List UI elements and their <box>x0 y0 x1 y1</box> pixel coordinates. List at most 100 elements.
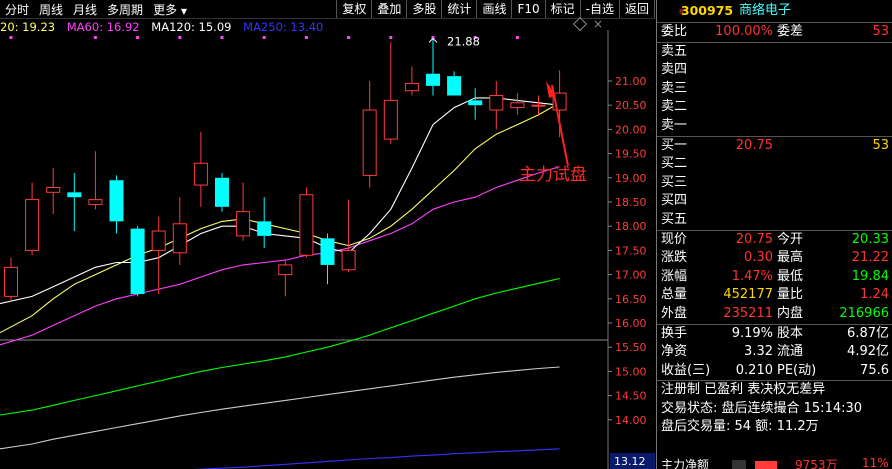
stat-label: 净资 <box>661 344 688 360</box>
note-text: 交易状态: 盘后连续撮合 15:14:30 <box>661 400 863 416</box>
stat-label: 股本 <box>777 325 804 341</box>
stat-label: 涨跌 <box>661 250 688 266</box>
signal-dot <box>262 36 266 39</box>
period-tabs: 分时 周线 月线 多周期 更多 ▼ <box>0 0 192 18</box>
stat-value: 4.92亿 <box>847 344 889 360</box>
signal-dot <box>93 36 97 39</box>
bottom-price-label: 13.12 <box>614 455 646 468</box>
tool-buttons: 复权 叠加 多股 统计 画线 F10 标记 -自选 返回 <box>336 0 655 18</box>
multi-stock-button[interactable]: 多股 <box>406 0 441 18</box>
candle-body <box>109 180 124 222</box>
buy-2-label: 买二 <box>661 156 688 172</box>
tab-more[interactable]: 更多 ▼ <box>148 1 192 18</box>
trade-status: 交易状态: 盘后连续撮合 15:14:30 <box>657 400 892 419</box>
ma20-line <box>0 166 560 346</box>
sell-level: 卖二 <box>657 98 892 117</box>
y-tick-label: 15.50 <box>615 341 647 354</box>
signal-dot <box>515 36 519 39</box>
diamond-icon[interactable] <box>572 16 588 32</box>
buy-1-volume: 53 <box>872 137 889 153</box>
draw-line-button[interactable]: 画线 <box>476 0 511 18</box>
restore-rights-button[interactable]: 复权 <box>336 0 371 18</box>
candle-body <box>320 238 335 265</box>
mark-button[interactable]: 标记 <box>544 0 580 18</box>
candle-body <box>383 99 398 140</box>
stat-value: 3.32 <box>744 344 773 360</box>
stock-header: R 300975 商络电子 <box>657 0 892 23</box>
buy-level: 买五 <box>657 211 892 230</box>
stat-row: 净资 3.32 流通 4.92亿 <box>657 343 892 362</box>
stat-label: 换手 <box>661 325 688 341</box>
stat-value: 75.6 <box>860 362 889 378</box>
y-tick-label: 18.50 <box>615 196 647 209</box>
main-force-bar <box>755 461 777 469</box>
y-tick-label: 18.00 <box>615 220 647 233</box>
tab-monthly[interactable]: 月线 <box>68 1 102 18</box>
scroll-icon[interactable] <box>732 460 746 469</box>
close-icon[interactable]: × <box>593 17 603 31</box>
overlay-button[interactable]: 叠加 <box>371 0 406 18</box>
tab-weekly[interactable]: 周线 <box>34 1 68 18</box>
stat-label: PE(动) <box>777 362 817 378</box>
weibi-value: 100.00% <box>715 24 773 39</box>
y-tick-label: 16.00 <box>615 317 647 330</box>
main-force-row: 主力净额 9753万 11% <box>657 458 892 469</box>
weicha-label: 委差 <box>777 24 804 39</box>
note-text: 注册制 已盈利 表决权无差异 <box>661 382 826 398</box>
buy-level: 买二 <box>657 155 892 174</box>
sell-1-label: 卖一 <box>661 117 688 133</box>
candle-body <box>25 199 40 251</box>
y-tick-label: 15.00 <box>615 365 647 378</box>
stat-label: 流通 <box>777 344 804 360</box>
stat-label: 最高 <box>777 250 804 266</box>
stat-value: 20.33 <box>851 231 889 247</box>
stock-name: 商络电子 <box>739 3 792 18</box>
candle-body <box>341 249 356 271</box>
stat-label: 现价 <box>661 231 688 247</box>
buy-4-label: 买四 <box>661 193 688 209</box>
signal-dot <box>220 36 224 39</box>
tab-intraday[interactable]: 分时 <box>0 1 34 18</box>
candle-body <box>67 192 82 198</box>
candle-body <box>404 82 419 92</box>
stat-value: 9.19% <box>731 325 773 341</box>
stat-value: 6.87亿 <box>847 325 889 341</box>
stat-row: 换手 9.19% 股本 6.87亿 <box>657 325 892 344</box>
stat-label: 外盘 <box>661 305 688 321</box>
price-stats: 现价 20.75 今开 20.33 涨跌 0.30 最高 21.22 涨幅 1.47% 最低 19… <box>657 231 892 324</box>
stat-row: 总量 452177 量比 1.24 <box>657 286 892 305</box>
f10-button[interactable]: F10 <box>511 0 544 18</box>
buy-level: 买三 <box>657 174 892 193</box>
sell-3-label: 卖三 <box>661 80 688 96</box>
candle-body <box>130 228 145 294</box>
y-tick-label: 20.00 <box>615 123 647 136</box>
stat-label: 收益(三) <box>661 362 711 378</box>
buy-3-label: 买三 <box>661 174 688 190</box>
tab-multi-period[interactable]: 多周期 <box>102 1 148 18</box>
stat-label: 今开 <box>777 231 804 247</box>
high-price-label: 21.88 <box>447 34 480 48</box>
stat-value: 0.30 <box>744 250 773 266</box>
note-text: 盘后交易量: 54 额: 11.2万 <box>661 419 819 435</box>
stat-value: 1.24 <box>860 287 889 303</box>
stat-value: 0.210 <box>735 362 773 378</box>
candlestick-chart[interactable]: 21.00 20.50 20.00 19.50 19.00 18.50 18.00 17.50… <box>0 30 655 469</box>
candle-body <box>215 177 229 207</box>
candle-body <box>172 223 187 254</box>
candle-body <box>447 76 462 96</box>
signal-dot <box>9 36 13 39</box>
candle-body <box>362 109 377 176</box>
candle-body <box>46 186 61 193</box>
stock-code: 300975 <box>665 0 733 22</box>
y-tick-label: 17.50 <box>615 244 647 257</box>
remove-watchlist-button[interactable]: -自选 <box>579 0 619 18</box>
candle-body <box>531 104 546 107</box>
registration-note: 注册制 已盈利 表决权无差异 <box>657 381 892 400</box>
statistics-button[interactable]: 统计 <box>441 0 476 18</box>
signal-dot <box>347 36 351 39</box>
annotation-arrowhead <box>546 81 556 98</box>
back-button[interactable]: 返回 <box>618 0 655 18</box>
ma60-line <box>0 277 560 416</box>
stat-row: 涨跌 0.30 最高 21.22 <box>657 249 892 268</box>
stat-label: 涨幅 <box>661 268 688 284</box>
